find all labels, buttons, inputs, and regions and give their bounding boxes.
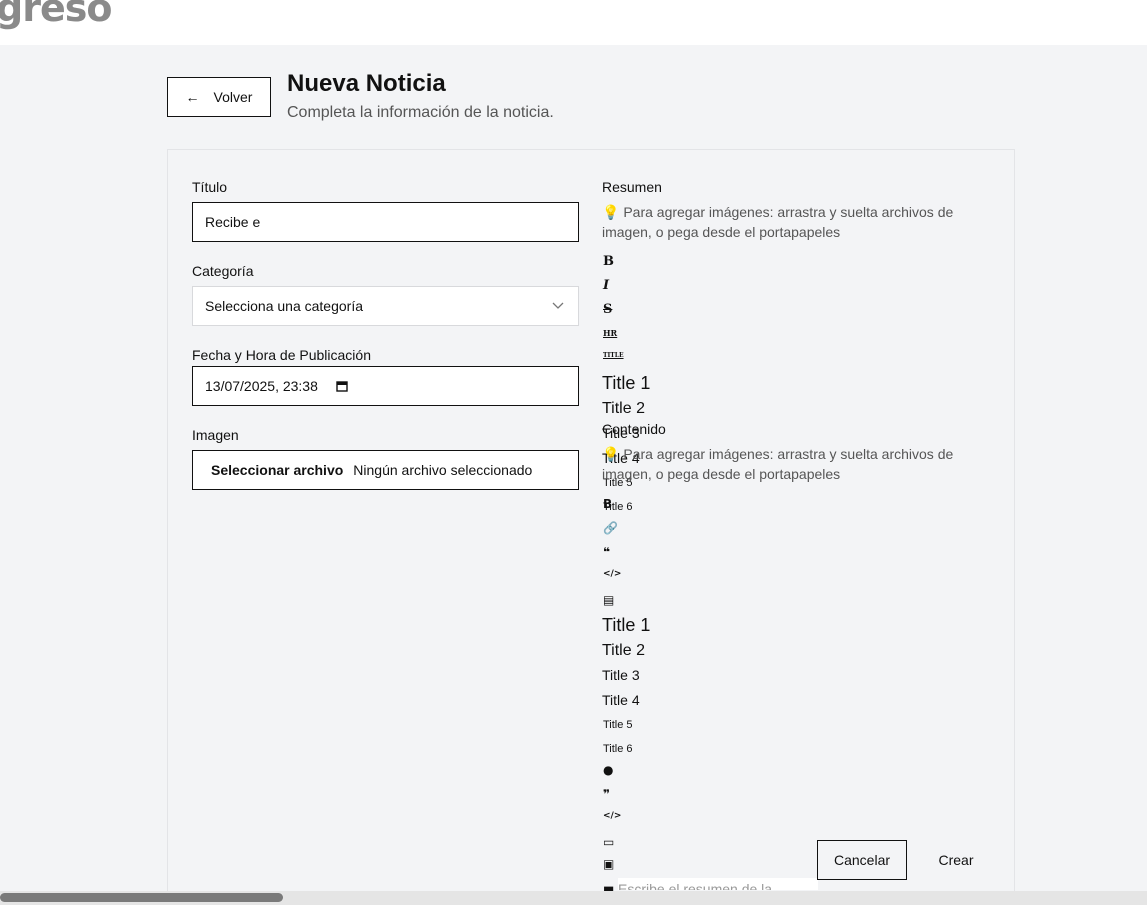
code-block-icon[interactable]: </> xyxy=(603,811,621,821)
content-heading-2[interactable]: Title 2 xyxy=(602,642,645,660)
category-label: Categoría xyxy=(192,263,254,279)
help-icon[interactable]: ● xyxy=(603,763,613,777)
summary-label: Resumen xyxy=(602,179,662,195)
hr-button[interactable]: HR xyxy=(603,328,617,338)
content-hint: 💡 Para agregar imágenes: arrastra y suel… xyxy=(602,446,954,482)
summary-heading-2[interactable]: Title 2 xyxy=(602,400,645,418)
content-label: Contenido xyxy=(602,421,666,437)
category-select[interactable]: Selecciona una categoría xyxy=(192,286,579,326)
italic-button[interactable]: I xyxy=(603,278,609,293)
arrow-left-icon: ← xyxy=(185,89,200,105)
preview-icon[interactable]: ▭ xyxy=(603,835,614,849)
date-label: Fecha y Hora de Publicación xyxy=(192,347,371,363)
code-icon[interactable]: </> xyxy=(603,569,621,579)
link-icon[interactable]: 🔗 xyxy=(603,521,618,535)
top-bar: greso xyxy=(0,0,1147,45)
calendar-icon[interactable] xyxy=(336,380,348,392)
form-card xyxy=(167,149,1015,905)
bold-button[interactable]: B xyxy=(603,254,614,269)
category-selected-value: Selecciona una categoría xyxy=(205,298,363,314)
content-heading-1[interactable]: Title 1 xyxy=(602,615,650,636)
title-input-value: Recibe e xyxy=(205,214,261,230)
back-button-label: Volver xyxy=(213,89,253,105)
cancel-button[interactable]: Cancelar xyxy=(817,840,907,880)
back-button[interactable]: ← Volver xyxy=(167,77,271,117)
quote-icon[interactable]: ❝ xyxy=(603,545,610,559)
datetime-input[interactable]: 13/07/2025, 23:38 xyxy=(192,366,579,406)
choose-file-button[interactable]: Seleccionar archivo xyxy=(211,462,343,478)
summary-placeholder: Escribe el resumen de la xyxy=(618,881,773,890)
chevron-down-icon xyxy=(552,302,564,309)
content-heading-4[interactable]: Title 4 xyxy=(602,692,640,708)
image-label: Imagen xyxy=(192,427,239,443)
logo: greso xyxy=(0,0,112,30)
content-bold-button[interactable]: B xyxy=(603,497,612,511)
scrollbar-thumb[interactable] xyxy=(0,893,283,902)
content-heading-3[interactable]: Title 3 xyxy=(602,667,640,683)
datetime-value: 13/07/2025, 23:38 xyxy=(205,378,318,394)
fullscreen-icon[interactable]: ▣ xyxy=(603,857,614,871)
file-status: Ningún archivo seleccionado xyxy=(353,462,533,478)
title-button[interactable]: TITLE xyxy=(603,352,624,359)
title-label: Título xyxy=(192,179,228,195)
blockquote-icon[interactable]: ❞ xyxy=(603,787,610,801)
strikethrough-button[interactable]: S xyxy=(603,302,612,317)
title-input[interactable]: Recibe e xyxy=(192,202,579,242)
table-icon[interactable]: ▤ xyxy=(603,593,614,607)
summary-heading-1[interactable]: Title 1 xyxy=(602,373,650,394)
content-heading-6[interactable]: Title 6 xyxy=(603,743,633,755)
image-file-input[interactable]: Seleccionar archivo Ningún archivo selec… xyxy=(192,450,579,490)
content-heading-5[interactable]: Title 5 xyxy=(603,719,633,731)
page-title: Nueva Noticia xyxy=(287,70,446,97)
summary-editor-area[interactable]: Escribe el resumen de la xyxy=(618,878,818,890)
create-button[interactable]: Crear xyxy=(921,840,991,880)
summary-hint: 💡 Para agregar imágenes: arrastra y suel… xyxy=(602,204,954,240)
page-subtitle: Completa la información de la noticia. xyxy=(287,104,554,121)
